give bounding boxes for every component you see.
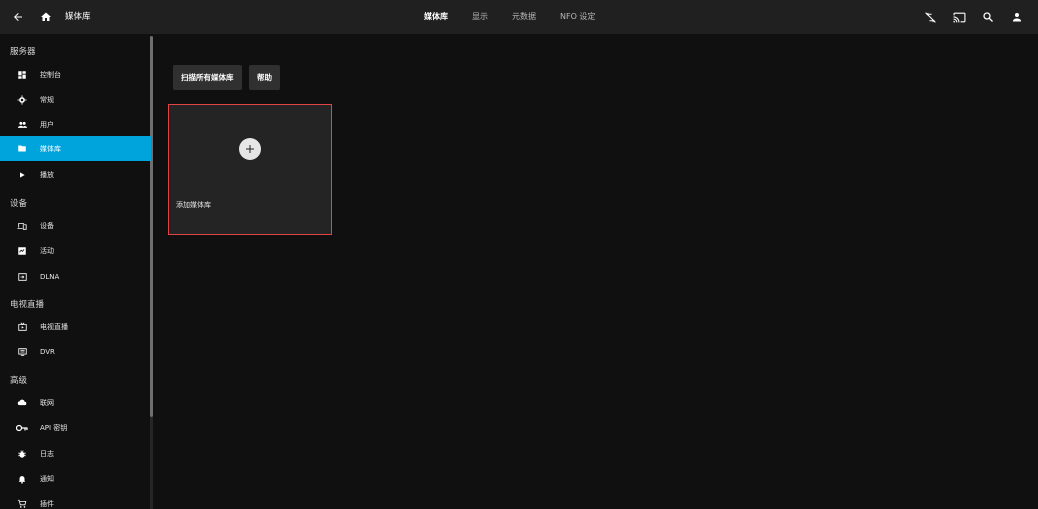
sidebar-item-live-tv[interactable]: 电视直播	[0, 314, 151, 339]
cast-button[interactable]	[950, 8, 968, 26]
dvr-icon	[16, 346, 28, 358]
header-tabs: 媒体库 显示 元数据 NFO 设定	[424, 0, 619, 34]
sync-button[interactable]	[921, 8, 939, 26]
page-title: 媒体库	[65, 12, 91, 22]
sidebar-item-label: 插件	[40, 499, 54, 508]
plus-icon	[239, 138, 261, 160]
add-library-label: 添加媒体库	[176, 201, 211, 209]
home-icon	[41, 12, 51, 21]
bug-icon	[16, 448, 28, 460]
sidebar-item-activity[interactable]: 活动	[0, 238, 151, 263]
back-button[interactable]	[10, 0, 26, 34]
sidebar-item-label: 播放	[40, 170, 54, 179]
sidebar-item-dvr[interactable]: DVR	[0, 339, 151, 364]
search-icon	[983, 12, 993, 22]
live-tv-icon	[16, 321, 28, 333]
sidebar-item-label: 活动	[40, 246, 54, 255]
tab-nfo-settings[interactable]: NFO 设定	[560, 0, 595, 34]
folder-icon	[16, 143, 28, 155]
sidebar-item-label: 媒体库	[40, 144, 61, 153]
sidebar-item-dashboard[interactable]: 控制台	[0, 62, 151, 87]
help-button[interactable]: 帮助	[249, 65, 280, 90]
sidebar-item-label: 电视直播	[40, 322, 68, 331]
tab-metadata[interactable]: 元数据	[512, 0, 536, 34]
key-icon	[16, 422, 28, 434]
home-button[interactable]	[38, 0, 54, 34]
sidebar-item-networking[interactable]: 联网	[0, 390, 151, 415]
section-advanced: 高级	[10, 376, 28, 386]
play-icon	[16, 169, 28, 181]
sidebar-item-dlna[interactable]: DLNA	[0, 264, 151, 289]
section-live-tv: 电视直播	[10, 300, 45, 310]
cloud-icon	[16, 397, 28, 409]
activity-icon	[16, 245, 28, 257]
sidebar-item-playback[interactable]: 播放	[0, 162, 151, 187]
input-icon	[16, 271, 28, 283]
scan-all-libraries-button[interactable]: 扫描所有媒体库	[173, 65, 242, 90]
cart-icon	[16, 498, 28, 509]
sidebar-item-general[interactable]: 常规	[0, 87, 151, 112]
sidebar-item-libraries[interactable]: 媒体库	[0, 136, 151, 161]
sidebar-item-logs[interactable]: 日志	[0, 441, 151, 466]
section-server: 服务器	[10, 47, 36, 57]
sidebar-item-label: 用户	[40, 120, 54, 129]
sidebar-item-label: 日志	[40, 449, 54, 458]
sidebar-item-label: DVR	[40, 347, 55, 356]
sidebar-item-label: API 密钥	[40, 423, 68, 432]
sidebar-item-label: 联网	[40, 398, 54, 407]
bell-icon	[16, 473, 28, 485]
sync-icon	[924, 11, 936, 23]
gear-icon	[16, 94, 28, 106]
dashboard-icon	[16, 69, 28, 81]
users-icon	[16, 119, 28, 131]
cast-icon	[953, 12, 965, 22]
user-icon	[1013, 13, 1021, 22]
tab-libraries[interactable]: 媒体库	[424, 0, 448, 34]
tab-display[interactable]: 显示	[472, 0, 488, 34]
sidebar-item-api-keys[interactable]: API 密钥	[0, 415, 151, 440]
search-button[interactable]	[979, 8, 997, 26]
sidebar-item-label: DLNA	[40, 272, 60, 281]
user-button[interactable]	[1008, 8, 1026, 26]
sidebar-item-label: 常规	[40, 95, 54, 104]
sidebar-item-notifications[interactable]: 通知	[0, 466, 151, 491]
sidebar-item-devices[interactable]: 设备	[0, 213, 151, 238]
add-library-card[interactable]: 添加媒体库	[168, 104, 332, 235]
devices-icon	[16, 220, 28, 232]
app-header: 媒体库 媒体库 显示 元数据 NFO 设定	[0, 0, 1038, 34]
sidebar-item-label: 通知	[40, 474, 54, 483]
sidebar-item-label: 设备	[40, 221, 54, 230]
sidebar-item-label: 控制台	[40, 70, 61, 79]
arrow-left-icon	[14, 13, 22, 21]
sidebar-item-plugins[interactable]: 插件	[0, 491, 151, 509]
sidebar-item-users[interactable]: 用户	[0, 112, 151, 137]
section-devices: 设备	[10, 199, 28, 209]
header-actions	[910, 0, 1026, 34]
